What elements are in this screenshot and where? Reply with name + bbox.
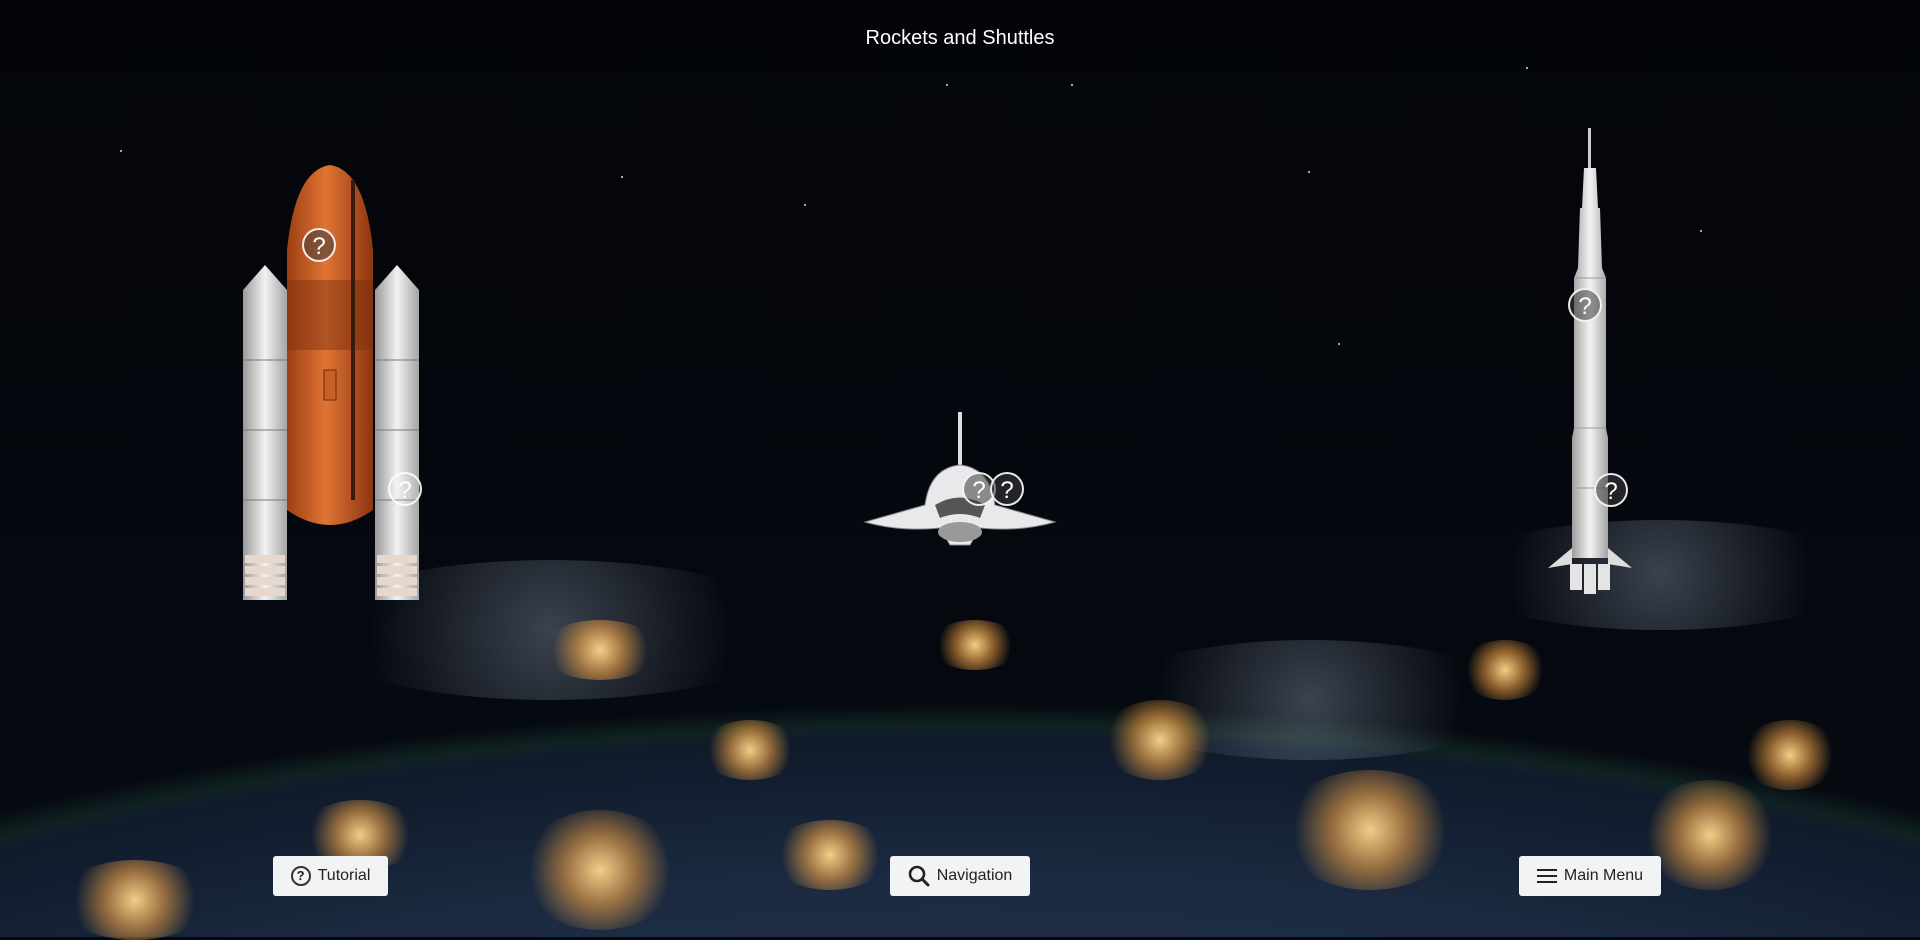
- help-hotspot-saturn-upper[interactable]: ?: [1568, 288, 1602, 322]
- star: [804, 204, 806, 206]
- star: [1700, 230, 1702, 232]
- star: [946, 84, 948, 86]
- city-lights: [930, 620, 1020, 670]
- shuttle-stack-model[interactable]: [235, 160, 425, 600]
- search-icon: [908, 865, 930, 887]
- star: [1338, 343, 1340, 345]
- help-hotspot-saturn-lower[interactable]: ?: [1594, 473, 1628, 507]
- help-hotspot-solid-rocket-booster[interactable]: ?: [388, 472, 422, 506]
- city-lights: [1460, 640, 1550, 700]
- saturn-v-rocket-model[interactable]: [1540, 128, 1640, 598]
- page-title: Rockets and Shuttles: [865, 27, 1055, 49]
- city-lights: [700, 720, 800, 780]
- navigation-button[interactable]: Navigation: [890, 856, 1030, 896]
- star: [1308, 171, 1310, 173]
- hamburger-menu-icon: [1536, 869, 1557, 883]
- main-menu-button-label: Main Menu: [1563, 867, 1644, 884]
- city-lights: [540, 620, 660, 680]
- star: [621, 176, 623, 178]
- city-lights: [60, 860, 210, 940]
- star: [120, 150, 122, 152]
- city-lights: [1100, 700, 1220, 780]
- tutorial-button[interactable]: ? Tutorial: [273, 856, 388, 896]
- cloud: [1450, 520, 1870, 630]
- star: [1071, 84, 1073, 86]
- navigation-button-label: Navigation: [936, 867, 1013, 884]
- help-hotspot-external-tank[interactable]: ?: [302, 228, 336, 262]
- main-menu-button[interactable]: Main Menu: [1519, 856, 1661, 896]
- question-circle-icon: ?: [290, 866, 311, 886]
- city-lights: [520, 810, 680, 930]
- tutorial-button-label: Tutorial: [317, 867, 371, 884]
- city-lights: [1640, 780, 1780, 890]
- city-lights: [770, 820, 890, 890]
- help-hotspot-orbiter-right[interactable]: ?: [990, 472, 1024, 506]
- space-shuttle-orbiter-model[interactable]: [860, 410, 1060, 555]
- city-lights: [1280, 770, 1460, 890]
- city-lights: [1740, 720, 1840, 790]
- star: [1526, 67, 1528, 69]
